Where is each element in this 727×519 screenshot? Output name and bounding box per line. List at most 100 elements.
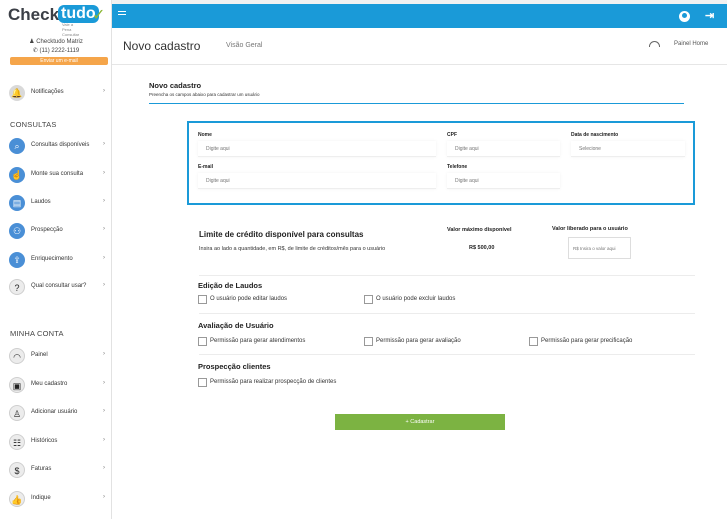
checkbox-gerar-atendimentos[interactable] (198, 337, 207, 346)
credit-subtitle: Insira ao lado a quantidade, em R$, de l… (199, 246, 386, 252)
avaliacao-title: Avaliação de Usuário (198, 321, 274, 330)
checkbox-label: Permissão para gerar precificação (541, 338, 633, 344)
checkbox-gerar-avaliacao[interactable] (364, 337, 373, 346)
email-label: E-mail (198, 164, 214, 170)
nascimento-label: Data de nascimento (571, 132, 619, 138)
sidebar-item-faturas[interactable]: $ Faturas › (0, 460, 112, 482)
sidebar-item-label: Painel (31, 352, 48, 358)
cpf-input[interactable] (447, 141, 560, 157)
prospeccao-title: Prospecção clientes (198, 362, 271, 371)
chevron-right-icon: › (103, 465, 105, 471)
sidebar-item-historicos[interactable]: ☷ Históricos › (0, 432, 112, 454)
checkbox-gerar-precificacao[interactable] (529, 337, 538, 346)
form-title: Novo cadastro (149, 81, 202, 90)
person-icon: ♟ (29, 39, 35, 45)
page-title: Novo cadastro (123, 39, 201, 53)
divider (199, 354, 695, 355)
hamburger-menu-icon[interactable] (118, 11, 126, 18)
history-icon: ☷ (9, 434, 25, 450)
chevron-right-icon: › (103, 494, 105, 500)
sidebar-item-label: Consultas disponíveis (31, 142, 90, 148)
user-account-icon[interactable] (679, 11, 690, 22)
users-icon: ⚇ (9, 223, 25, 239)
telefone-input[interactable] (447, 173, 560, 189)
sidebar-item-meu-cadastro[interactable]: ▣ Meu cadastro › (0, 375, 112, 397)
top-bar: ⇥ (112, 4, 727, 28)
add-user-icon: ♙ (9, 405, 25, 421)
sidebar-item-enriquecimento[interactable]: ⇪ Enriquecimento › (0, 250, 112, 272)
sidebar-item-indique[interactable]: 👍 Indique › (0, 489, 112, 511)
chevron-right-icon: › (103, 198, 105, 204)
nome-input[interactable] (198, 141, 436, 157)
liberado-input[interactable] (568, 237, 631, 259)
section-title-consultas: CONSULTAS (10, 120, 57, 129)
main-content: Novo cadastro Preencha os campos abaixo … (112, 65, 727, 519)
account-phone: (11) 2222-1119 (39, 48, 80, 54)
chevron-right-icon: › (103, 88, 105, 94)
sidebar-item-label: Enriquecimento (31, 256, 73, 262)
sidebar-item-label: Meu cadastro (31, 381, 68, 387)
sidebar-item-label: Qual consultar usar? (31, 283, 87, 289)
cadastrar-button[interactable]: + Cadastrar (335, 414, 505, 430)
liberado-label: Valor liberado para o usuário (552, 226, 628, 232)
form-subtitle: Preencha os campos abaixo para cadastrar… (149, 92, 260, 97)
page-header: Novo cadastro Visão Geral Painel Home (112, 28, 727, 65)
checkbox-label: Permissão para gerar avaliação (376, 338, 461, 344)
chevron-right-icon: › (103, 408, 105, 414)
email-input[interactable] (198, 173, 436, 189)
sidebar-item-label: Prospecção (31, 227, 63, 233)
breadcrumb-painel-home[interactable]: Painel Home (674, 41, 708, 47)
cpf-label: CPF (447, 132, 457, 138)
sidebar: Check tudo ✓ Vale a Pena Consultar ♟ Che… (0, 0, 112, 519)
sidebar-item-monte-sua-consulta[interactable]: ☝ Monte sua consulta › (0, 165, 112, 187)
dashboard-gauge-icon (649, 41, 660, 47)
checkbox-editar-laudos[interactable] (198, 295, 207, 304)
sidebar-item-qual-consultar[interactable]: ? Qual consultar usar? › (0, 277, 112, 299)
search-docs-icon: ⌕ (9, 138, 25, 154)
chevron-right-icon: › (103, 255, 105, 261)
chevron-right-icon: › (103, 141, 105, 147)
upload-icon: ⇪ (9, 252, 25, 268)
account-name-row: ♟ Checktudo Matriz (0, 38, 112, 47)
nascimento-select[interactable] (571, 141, 685, 157)
chevron-right-icon: › (103, 351, 105, 357)
checkbox-label: Permissão para gerar atendimentos (210, 338, 306, 344)
checkbox-prospeccao[interactable] (198, 378, 207, 387)
account-info: ♟ Checktudo Matriz ✆ (11) 2222-1119 (0, 38, 112, 56)
sidebar-item-notificacoes[interactable]: 🔔 Notificações › (0, 83, 112, 105)
page-subtitle: Visão Geral (226, 42, 263, 49)
divider (199, 313, 695, 314)
chevron-right-icon: › (103, 437, 105, 443)
logo-text-check: Check (8, 5, 60, 24)
laudos-title: Edição de Laudos (198, 281, 263, 290)
account-phone-row: ✆ (11) 2222-1119 (0, 47, 112, 56)
max-value: R$ 500,00 (469, 245, 495, 251)
sidebar-item-laudos[interactable]: ▤ Laudos › (0, 193, 112, 215)
logo-check-mark-icon: ✓ (92, 7, 106, 24)
sidebar-item-consultas-disponiveis[interactable]: ⌕ Consultas disponíveis › (0, 136, 112, 158)
checkbox-label: Permissão para realizar prospecção de cl… (210, 379, 337, 385)
question-icon: ? (9, 279, 25, 295)
chevron-right-icon: › (103, 226, 105, 232)
bell-icon: 🔔 (9, 85, 25, 101)
sidebar-item-label: Monte sua consulta (31, 171, 84, 177)
sidebar-item-prospeccao[interactable]: ⚇ Prospecção › (0, 221, 112, 243)
gauge-icon: ◠ (9, 348, 25, 364)
sidebar-item-label: Adicionar usuário (31, 409, 78, 415)
credit-title: Limite de crédito disponível para consul… (199, 230, 364, 239)
sidebar-item-label: Faturas (31, 466, 52, 472)
checkbox-label: O usuário pode editar laudos (210, 296, 288, 302)
checkbox-excluir-laudos[interactable] (364, 295, 373, 304)
max-value-label: Valor máximo disponível (447, 227, 512, 233)
chevron-right-icon: › (103, 170, 105, 176)
form-divider (149, 103, 684, 104)
sidebar-item-adicionar-usuario[interactable]: ♙ Adicionar usuário › (0, 403, 112, 425)
telefone-label: Telefone (447, 164, 468, 170)
divider (199, 275, 695, 276)
send-email-button[interactable]: Enviar um e-mail (10, 57, 108, 65)
sidebar-item-label: Notificações (31, 89, 64, 95)
thumbs-up-icon: 👍 (9, 491, 25, 507)
sidebar-item-label: Laudos (31, 199, 51, 205)
sidebar-item-painel[interactable]: ◠ Painel › (0, 346, 112, 368)
logout-icon[interactable]: ⇥ (705, 9, 714, 22)
